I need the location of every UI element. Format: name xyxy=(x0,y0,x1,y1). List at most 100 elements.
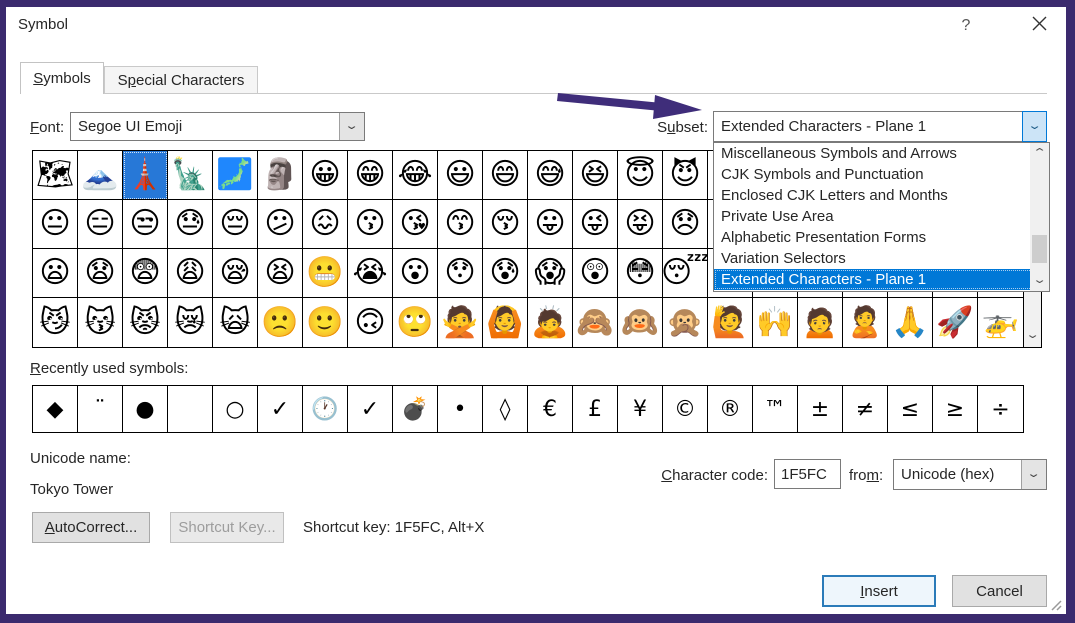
symbol-cell[interactable]: 😄 xyxy=(483,151,528,200)
symbol-cell[interactable]: 😂 xyxy=(393,151,438,200)
symbol-cell[interactable]: 😫 xyxy=(258,249,303,298)
subset-dropdown-item[interactable]: Miscellaneous Symbols and Arrows xyxy=(714,143,1049,164)
subset-dropdown-item[interactable]: Private Use Area xyxy=(714,206,1049,227)
symbol-cell[interactable]: 😈 xyxy=(663,151,708,200)
tab-special-characters[interactable]: Special Characters xyxy=(104,66,258,94)
symbol-cell[interactable]: 😁 xyxy=(348,151,393,200)
symbol-cell[interactable]: 🙇 xyxy=(528,298,573,347)
symbol-cell[interactable]: 😾 xyxy=(123,298,168,347)
character-code-input[interactable] xyxy=(774,459,841,489)
symbol-cell[interactable]: 🙈 xyxy=(573,298,618,347)
symbol-cell[interactable]: 🚁 xyxy=(978,298,1023,347)
symbol-cell[interactable]: 🙃 xyxy=(348,298,393,347)
symbol-cell[interactable]: 😗 xyxy=(348,200,393,249)
symbol-cell[interactable]: 😲 xyxy=(573,249,618,298)
recent-symbol-cell[interactable]: ✓ xyxy=(258,386,303,432)
symbol-cell[interactable]: 😞 xyxy=(663,200,708,249)
symbol-cell[interactable]: 😓 xyxy=(168,200,213,249)
symbol-cell[interactable]: 😖 xyxy=(303,200,348,249)
scroll-down-icon[interactable]: ⌄ xyxy=(1030,275,1049,286)
from-dropdown-button[interactable]: ⌄ xyxy=(1021,460,1046,489)
recent-symbol-cell[interactable]: ≤ xyxy=(888,386,933,432)
recent-symbol-cell[interactable]: ○ xyxy=(213,386,258,432)
symbol-cell[interactable]: 😅 xyxy=(528,151,573,200)
subset-dropdown-button[interactable]: ⌄ xyxy=(1022,111,1047,142)
recent-symbol-cell[interactable]: ÷ xyxy=(978,386,1023,432)
symbol-cell[interactable]: 😛 xyxy=(528,200,573,249)
symbol-cell[interactable]: 😯 xyxy=(438,249,483,298)
close-button[interactable] xyxy=(1022,12,1056,40)
symbol-cell[interactable]: 😆 xyxy=(573,151,618,200)
scrollbar-thumb[interactable] xyxy=(1032,235,1047,263)
from-combobox[interactable]: Unicode (hex) ⌄ xyxy=(893,459,1047,490)
recent-symbol-cell[interactable]: ± xyxy=(798,386,843,432)
recent-symbol-cell[interactable]: ◊ xyxy=(483,386,528,432)
symbol-cell[interactable]: 🗽 xyxy=(168,151,213,200)
symbol-cell[interactable]: 😪 xyxy=(213,249,258,298)
symbol-cell[interactable]: 😴 xyxy=(663,249,708,298)
recent-symbol-cell[interactable]: £ xyxy=(573,386,618,432)
subset-combobox[interactable]: Extended Characters - Plane 1 ⌄ xyxy=(713,111,1047,142)
symbol-cell[interactable]: 😑 xyxy=(78,200,123,249)
recent-symbol-cell[interactable]: 💣 xyxy=(393,386,438,432)
recent-symbol-cell[interactable]: ® xyxy=(708,386,753,432)
symbol-cell[interactable]: 🙋 xyxy=(708,298,753,347)
symbol-cell[interactable]: 😒 xyxy=(123,200,168,249)
subset-dropdown-item[interactable]: Alphabetic Presentation Forms xyxy=(714,227,1049,248)
symbol-cell[interactable]: 🚀 xyxy=(933,298,978,347)
symbol-cell[interactable]: 🙎 xyxy=(843,298,888,347)
symbol-cell[interactable]: 😚 xyxy=(483,200,528,249)
symbol-cell[interactable]: 🗺 xyxy=(33,151,78,200)
symbol-cell[interactable]: 🙄 xyxy=(393,298,438,347)
subset-dropdown-item[interactable]: Enclosed CJK Letters and Months xyxy=(714,185,1049,206)
subset-dropdown-item[interactable]: CJK Symbols and Punctuation xyxy=(714,164,1049,185)
recent-symbol-cell[interactable] xyxy=(168,386,213,432)
symbol-cell[interactable]: 😝 xyxy=(618,200,663,249)
symbol-cell[interactable]: 🙂 xyxy=(303,298,348,347)
symbol-cell[interactable]: 🙌 xyxy=(753,298,798,347)
symbol-cell[interactable]: 😱 xyxy=(528,249,573,298)
recent-symbol-cell[interactable]: ™ xyxy=(753,386,798,432)
symbol-cell[interactable]: 🙍 xyxy=(798,298,843,347)
recent-symbol-cell[interactable]: ✓ xyxy=(348,386,393,432)
symbol-cell[interactable]: 😔 xyxy=(213,200,258,249)
subset-dropdown-item[interactable]: Extended Characters - Plane 1 xyxy=(714,269,1049,290)
symbol-cell[interactable]: 🙉 xyxy=(618,298,663,347)
symbol-cell[interactable]: 😩 xyxy=(168,249,213,298)
symbol-cell[interactable]: 😨 xyxy=(123,249,168,298)
symbol-cell[interactable]: 🙏 xyxy=(888,298,933,347)
symbol-cell[interactable]: 😐 xyxy=(33,200,78,249)
symbol-cell[interactable]: 😭 xyxy=(348,249,393,298)
symbol-cell[interactable]: 😰 xyxy=(483,249,528,298)
recent-symbol-cell[interactable]: ● xyxy=(123,386,168,432)
symbol-cell[interactable]: 😧 xyxy=(78,249,123,298)
recent-symbol-cell[interactable]: ≥ xyxy=(933,386,978,432)
symbol-cell[interactable]: 😃 xyxy=(438,151,483,200)
subset-dropdown-item[interactable]: Variation Selectors xyxy=(714,248,1049,269)
symbol-cell[interactable]: 😇 xyxy=(618,151,663,200)
symbol-cell[interactable]: 😬 xyxy=(303,249,348,298)
symbol-cell[interactable]: 🙆 xyxy=(483,298,528,347)
symbol-cell[interactable]: 🗾 xyxy=(213,151,258,200)
symbol-cell[interactable]: 😀 xyxy=(303,151,348,200)
scroll-up-icon[interactable]: ⌃ xyxy=(1030,148,1049,159)
symbol-cell[interactable]: 🙊 xyxy=(663,298,708,347)
recent-symbol-cell[interactable]: € xyxy=(528,386,573,432)
symbol-cell[interactable]: 😽 xyxy=(78,298,123,347)
scroll-down-icon[interactable]: ⌄ xyxy=(1024,330,1041,341)
symbol-cell[interactable]: 😕 xyxy=(258,200,303,249)
symbol-cell[interactable]: 😙 xyxy=(438,200,483,249)
font-dropdown-button[interactable]: ⌄ xyxy=(339,113,364,140)
symbol-cell[interactable]: 😜 xyxy=(573,200,618,249)
symbol-cell[interactable]: 😦 xyxy=(33,249,78,298)
symbol-cell[interactable]: 🗻 xyxy=(78,151,123,200)
symbol-cell[interactable]: 😼 xyxy=(33,298,78,347)
symbol-cell[interactable]: 😿 xyxy=(168,298,213,347)
font-combobox[interactable]: Segoe UI Emoji ⌄ xyxy=(70,112,365,141)
symbol-cell[interactable]: 😳 xyxy=(618,249,663,298)
tab-symbols[interactable]: Symbols xyxy=(20,62,104,94)
recent-symbol-cell[interactable]: © xyxy=(663,386,708,432)
symbol-cell[interactable]: 😮 xyxy=(393,249,438,298)
recent-symbol-cell[interactable]: ◆ xyxy=(33,386,78,432)
symbol-cell[interactable]: 🗼 xyxy=(123,151,168,200)
